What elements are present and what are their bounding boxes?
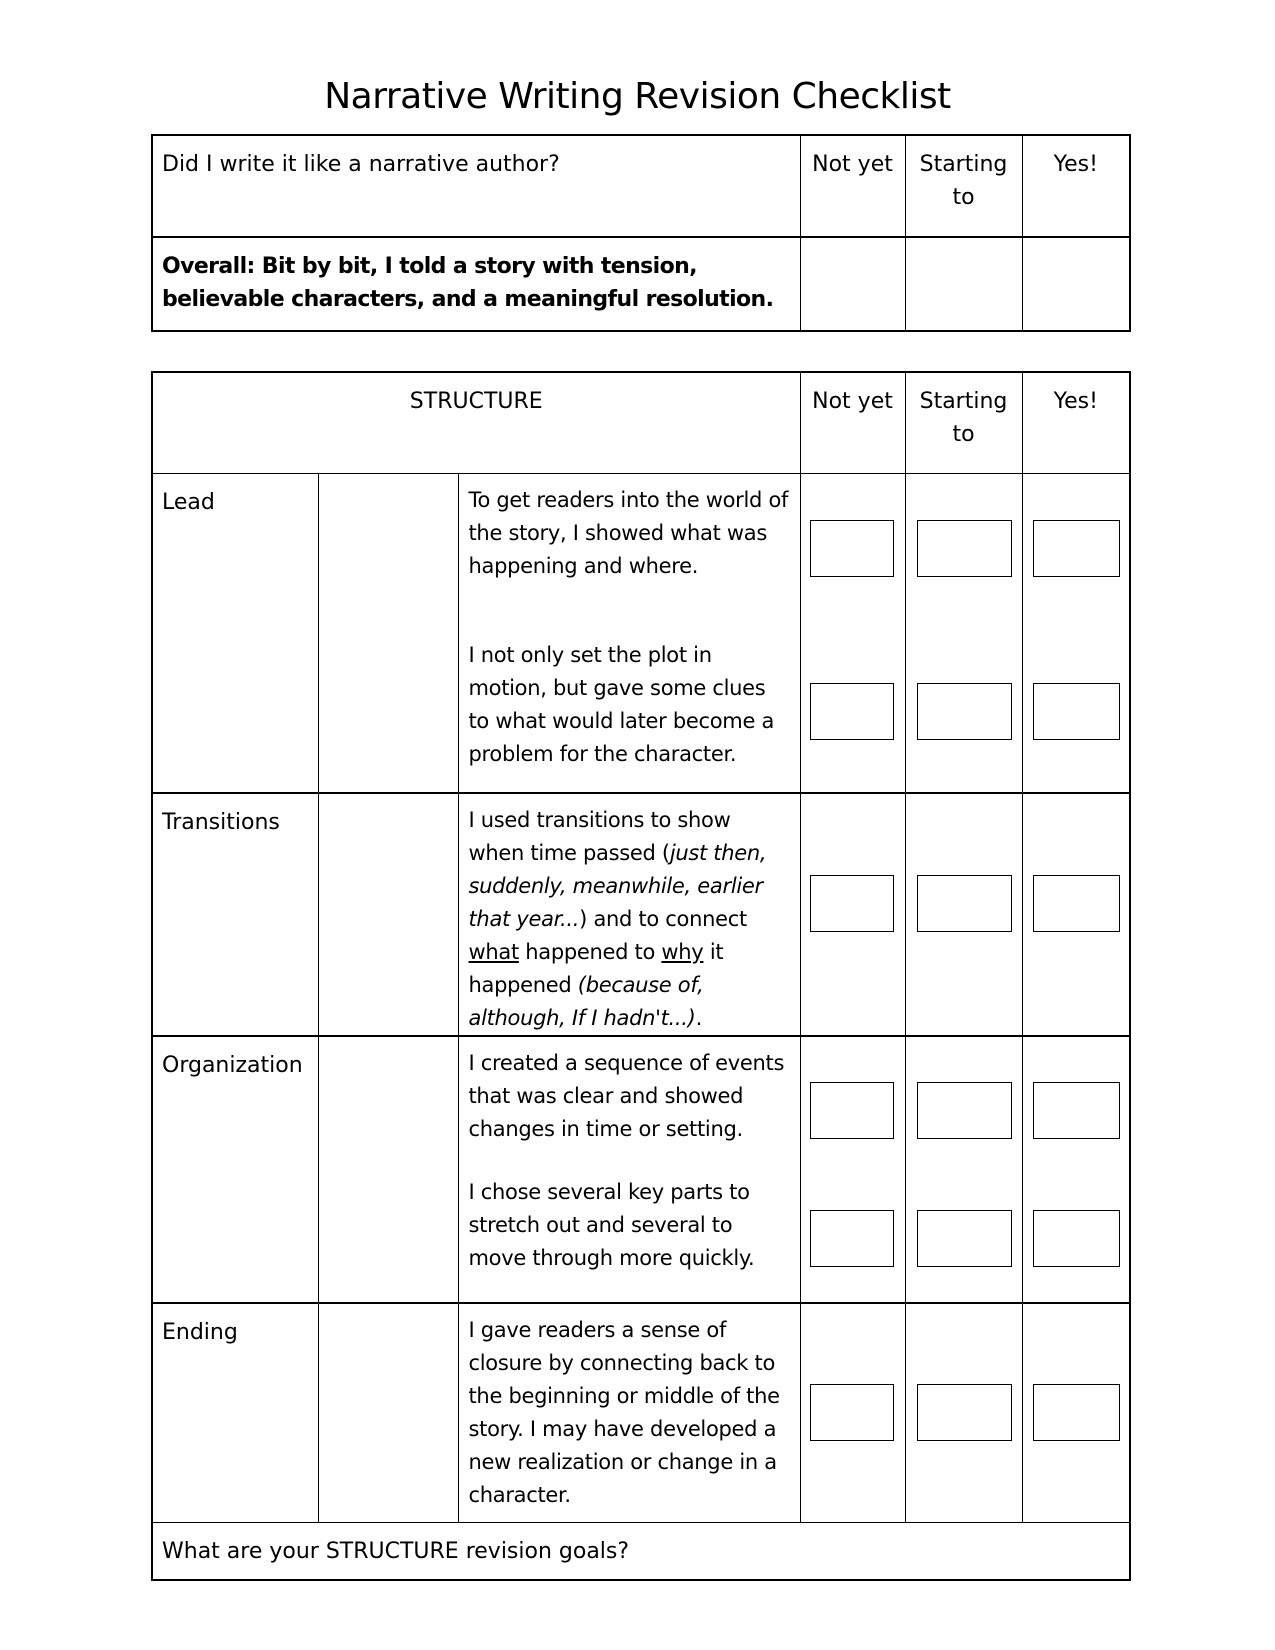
checkbox-not-yet[interactable]	[809, 683, 894, 740]
category-label: Organization	[151, 1035, 319, 1304]
overall-statement: Overall: Bit by bit, I told a story with…	[151, 236, 801, 332]
checkbox-yes[interactable]	[1032, 874, 1120, 932]
table-row-lead: Lead To get readers into the world of th…	[151, 473, 1131, 794]
checkbox-starting-to[interactable]	[916, 520, 1012, 577]
checkbox-not-yet[interactable]	[809, 874, 894, 932]
category-label: Transitions	[151, 792, 319, 1037]
column-header-starting-to: Starting to	[904, 371, 1023, 474]
column-header-not-yet: Not yet	[799, 371, 906, 474]
blank-cell	[317, 792, 459, 1037]
category-label: Lead	[151, 473, 319, 794]
criterion-text: I created a sequence of events that was …	[468, 1050, 785, 1141]
criterion-text: I chose several key parts to stretch out…	[468, 1179, 755, 1270]
blank-cell	[317, 1302, 459, 1523]
checkbox-starting-to[interactable]	[916, 683, 1012, 740]
page-title: Narrative Writing Revision Checklist	[324, 76, 951, 117]
table-row-transitions: Transitions I used transitions to show w…	[151, 792, 1131, 1037]
criterion-text: I not only set the plot in motion, but g…	[468, 643, 775, 766]
overall-question: Did I write it like a narrative author?	[151, 134, 801, 238]
checkbox-not-yet[interactable]	[809, 1383, 894, 1441]
overall-not-yet-cell[interactable]	[799, 236, 906, 332]
checkbox-starting-to[interactable]	[916, 874, 1012, 932]
column-header-yes: Yes!	[1021, 371, 1131, 474]
checkbox-yes[interactable]	[1032, 1209, 1120, 1267]
revision-goals-prompt[interactable]: What are your STRUCTURE revision goals?	[151, 1522, 1131, 1581]
overall-yes-cell[interactable]	[1021, 236, 1131, 332]
overall-table: Did I write it like a narrative author? …	[151, 134, 1131, 332]
checkbox-starting-to[interactable]	[916, 1383, 1012, 1441]
checkbox-yes[interactable]	[1032, 520, 1120, 577]
checkbox-not-yet[interactable]	[809, 1081, 894, 1139]
overall-starting-to-cell[interactable]	[904, 236, 1023, 332]
criterion-text: To get readers into the world of the sto…	[468, 488, 789, 578]
checkbox-starting-to[interactable]	[916, 1209, 1012, 1267]
column-header-yes: Yes!	[1021, 134, 1131, 238]
checkbox-yes[interactable]	[1032, 1383, 1120, 1441]
checkbox-not-yet[interactable]	[809, 520, 894, 577]
category-label: Ending	[151, 1302, 319, 1523]
table-row-goals: What are your STRUCTURE revision goals?	[151, 1522, 1131, 1581]
column-header-starting-to: Starting to	[904, 134, 1023, 238]
table-row-organization: Organization I created a sequence of eve…	[151, 1035, 1131, 1304]
checkbox-yes[interactable]	[1032, 683, 1120, 740]
structure-table: STRUCTURE Not yet Starting to Yes! Lead …	[151, 371, 1131, 1581]
checkbox-yes[interactable]	[1032, 1081, 1120, 1139]
structure-heading: STRUCTURE	[151, 371, 801, 474]
blank-cell	[317, 1035, 459, 1304]
blank-cell	[317, 473, 459, 794]
checkbox-starting-to[interactable]	[916, 1081, 1012, 1139]
criterion-text: I gave readers a sense of closure by con…	[457, 1302, 801, 1523]
column-header-not-yet: Not yet	[799, 134, 906, 238]
table-row-ending: Ending I gave readers a sense of closure…	[151, 1302, 1131, 1523]
criterion-text: I used transitions to show when time pas…	[457, 792, 801, 1037]
checkbox-not-yet[interactable]	[809, 1209, 894, 1267]
